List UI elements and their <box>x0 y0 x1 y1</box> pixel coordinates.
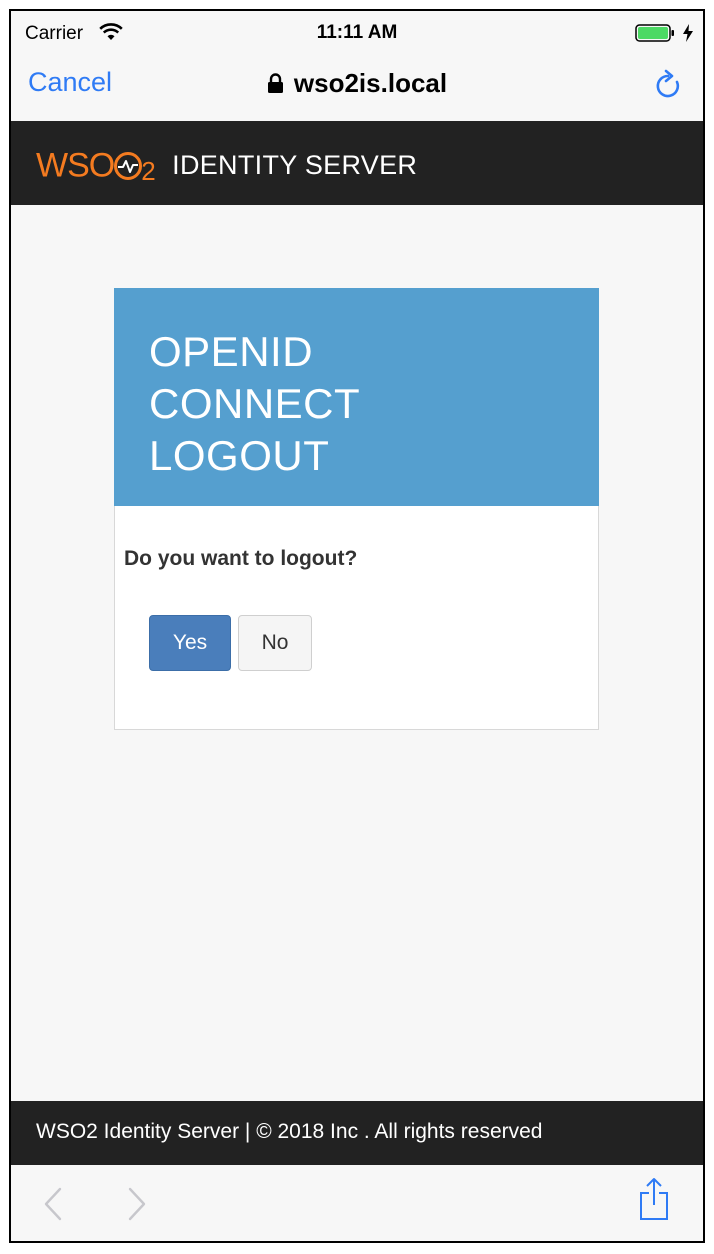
yes-button[interactable]: Yes <box>149 615 231 671</box>
phone-screen: Carrier 11:11 AM Cancel wso2is.local WSO… <box>9 9 705 1243</box>
logo-subscript: 2 <box>141 156 156 186</box>
wso2-logo: WSO 2 IDENTITY SERVER <box>36 146 417 186</box>
browser-nav-bar: Cancel wso2is.local <box>11 57 703 121</box>
logo-text: WSO <box>36 146 115 185</box>
charging-bolt-icon <box>683 24 693 42</box>
url-text: wso2is.local <box>293 68 448 98</box>
logo-pulse-icon <box>114 151 143 180</box>
clock: 11:11 AM <box>316 22 398 43</box>
app-header: WSO 2 IDENTITY SERVER <box>11 121 703 205</box>
reload-icon[interactable] <box>655 69 683 101</box>
battery-icon <box>635 24 674 42</box>
share-icon[interactable] <box>639 1177 669 1221</box>
footer-text: WSO2 Identity Server | © 2018 Inc . All … <box>36 1120 543 1143</box>
main-content: OPENID CONNECT LOGOUT Do you want to log… <box>11 205 703 1101</box>
logout-card: OPENID CONNECT LOGOUT Do you want to log… <box>114 288 599 730</box>
page-title: OPENID CONNECT LOGOUT <box>149 328 360 479</box>
card-body: Do you want to logout? Yes No <box>114 506 599 730</box>
card-header: OPENID CONNECT LOGOUT <box>114 288 599 506</box>
logout-question: Do you want to logout? <box>124 547 358 570</box>
url-display[interactable]: wso2is.local <box>11 68 703 99</box>
page-footer: WSO2 Identity Server | © 2018 Inc . All … <box>11 1101 703 1165</box>
browser-toolbar <box>11 1165 703 1241</box>
status-bar: Carrier 11:11 AM <box>11 11 703 57</box>
back-arrow-icon[interactable] <box>43 1187 63 1221</box>
lock-icon <box>267 73 283 93</box>
forward-arrow-icon[interactable] <box>127 1187 147 1221</box>
product-name: IDENTITY SERVER <box>172 150 418 181</box>
no-button[interactable]: No <box>238 615 312 671</box>
